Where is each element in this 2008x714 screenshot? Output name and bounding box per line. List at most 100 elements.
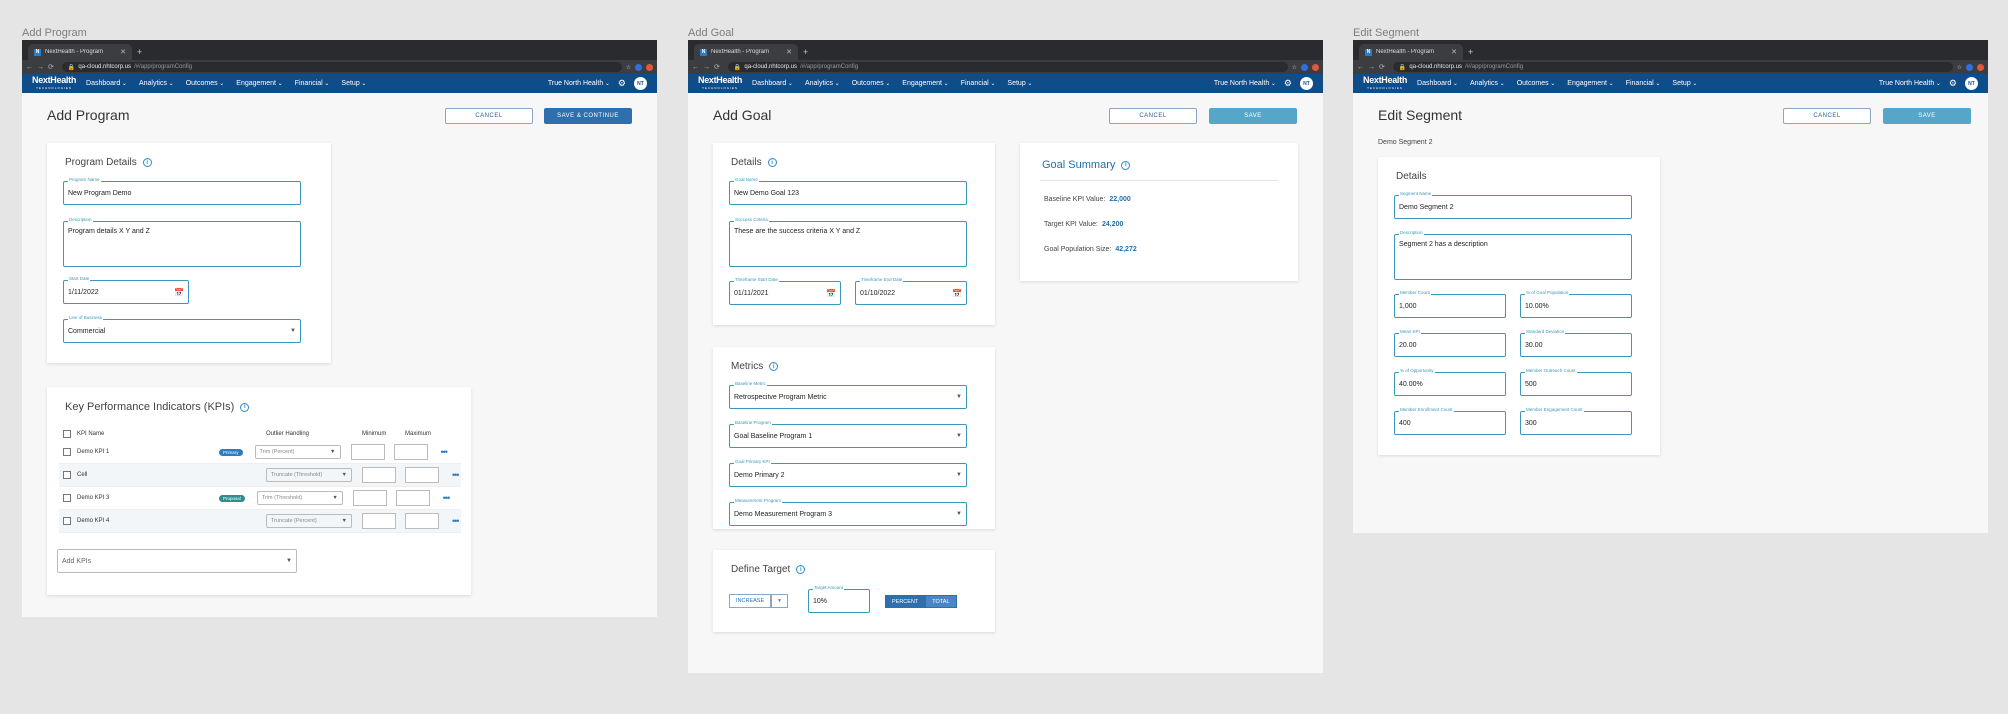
account-selector[interactable]: True North Health [1879,80,1941,87]
menu-outcomes[interactable]: Outcomes [186,80,225,87]
description-field[interactable]: Description Program details X Y and Z [63,217,301,267]
row-checkbox[interactable] [63,471,71,479]
menu-analytics[interactable]: Analytics [805,80,840,87]
line-of-business-select[interactable]: Line of Business Commercial ▼ [63,315,301,343]
success-criteria-field[interactable]: Success Criteria These are the success cr… [729,217,967,267]
baseline-program-select[interactable]: Baseline Program Goal Baseline Program 1 ▼ [729,420,967,448]
cancel-button[interactable]: CANCEL [1109,108,1197,124]
goal-name-field[interactable]: Goal Name New Demo Goal 123 [729,177,967,205]
select-all-checkbox[interactable] [63,430,71,438]
chevron-down-icon[interactable]: ▾ [771,594,788,608]
outlier-select[interactable]: Trim (Percent) ▼ [254,445,341,459]
calendar-icon[interactable]: 📅 [826,289,836,298]
info-icon[interactable]: i [796,565,806,574]
account-selector[interactable]: True North Health [1214,80,1276,87]
program-name-field[interactable]: Program Name New Program Demo [63,177,301,205]
segment-description-field[interactable]: Description Segment 2 has a description [1394,230,1632,280]
add-kpis-select[interactable]: Add KPIs ▼ [57,549,297,573]
measurement-program-select[interactable]: Measurement Program Demo Measurement Prog… [729,498,967,526]
gear-icon[interactable]: ⚙ [1284,78,1292,89]
back-forward-reload-icons[interactable]: ←→⟳ [692,63,724,71]
close-tab-icon[interactable]: ✕ [1451,48,1457,56]
calendar-icon[interactable]: 📅 [174,288,184,297]
info-icon[interactable]: i [769,362,779,371]
minimum-input[interactable] [352,490,387,506]
outreach-count-field[interactable]: Member Outreach Count 500 [1520,368,1632,396]
goal-primary-kpi-select[interactable]: Goal Primary KPI Demo Primary 2 ▼ [729,459,967,487]
save-continue-button[interactable]: SAVE & CONTINUE [544,108,632,124]
new-tab-icon[interactable]: + [803,44,808,60]
minimum-input[interactable] [350,444,385,460]
menu-engagement[interactable]: Engagement [1567,80,1613,87]
more-icon[interactable]: ••• [441,447,449,457]
maximum-input[interactable] [405,467,439,483]
mean-kpi-field[interactable]: Mean KPI 20.00 [1394,329,1506,357]
standard-deviation-field[interactable]: Standard Deviation 30.00 [1520,329,1632,357]
nexthealth-logo[interactable]: NextHealth TECHNOLOGIES [698,75,742,92]
more-icon[interactable]: ••• [452,470,460,480]
account-selector[interactable]: True North Health [548,80,610,87]
menu-outcomes[interactable]: Outcomes [1517,80,1556,87]
menu-dashboard[interactable]: Dashboard [86,80,127,87]
info-icon[interactable]: i [142,158,152,167]
extension-icon[interactable] [1301,63,1308,71]
calendar-icon[interactable]: 📅 [952,289,962,298]
info-icon[interactable]: i [240,402,250,412]
outlier-select[interactable]: Truncate (Threshold) ▼ [266,468,352,482]
increase-button[interactable]: INCREASE [729,594,772,608]
avatar[interactable]: NT [1965,77,1978,90]
minimum-input[interactable] [362,467,396,483]
row-checkbox[interactable] [63,517,71,525]
opportunity-pct-field[interactable]: % of Opportunity 40.00% [1394,368,1506,396]
menu-analytics[interactable]: Analytics [1470,80,1505,87]
total-toggle[interactable]: TOTAL [925,595,957,608]
gear-icon[interactable]: ⚙ [618,78,626,89]
address-bar[interactable]: 🔒 qa-cloud.nhtcorp.us/#/app/programConfig [1392,62,1953,72]
extension-icon[interactable] [635,63,642,71]
goal-population-pct-field[interactable]: % of Goal Population 10.00% [1520,290,1632,318]
target-amount-field[interactable]: Target Amount 10% [808,585,870,613]
back-forward-reload-icons[interactable]: ←→⟳ [26,63,58,71]
new-tab-icon[interactable]: + [1468,44,1473,60]
new-tab-icon[interactable]: + [137,44,142,60]
info-icon[interactable]: i [1121,160,1131,170]
menu-engagement[interactable]: Engagement [236,80,282,87]
row-checkbox[interactable] [63,448,71,456]
start-date-field[interactable]: Timeframe Start Date 01/11/2021 📅 [729,277,841,305]
more-icon[interactable]: ••• [443,493,451,503]
close-tab-icon[interactable]: ✕ [786,48,792,56]
menu-dashboard[interactable]: Dashboard [1417,80,1458,87]
cancel-button[interactable]: CANCEL [1783,108,1871,124]
save-button[interactable]: SAVE [1883,108,1971,124]
menu-engagement[interactable]: Engagement [902,80,948,87]
menu-financial[interactable]: Financial [1626,80,1661,87]
menu-financial[interactable]: Financial [961,80,996,87]
engagement-count-field[interactable]: Member Engagement Count 300 [1520,407,1632,435]
menu-setup[interactable]: Setup [1007,80,1032,87]
star-icon[interactable]: ☆ [626,64,631,71]
end-date-field[interactable]: Timeframe End Date 01/10/2022 📅 [855,277,967,305]
start-date-field[interactable]: Start Date 1/11/2022 📅 [63,276,189,304]
avatar[interactable]: NT [1300,77,1313,90]
nexthealth-logo[interactable]: NextHealth TECHNOLOGIES [1363,75,1407,92]
minimum-input[interactable] [362,513,396,529]
avatar[interactable]: NT [634,77,647,90]
profile-icon[interactable] [1312,63,1319,71]
profile-icon[interactable] [1977,63,1984,71]
percent-toggle[interactable]: PERCENT [885,595,926,608]
baseline-metric-select[interactable]: Baseline Metric Retrospecitve Program Met… [729,381,967,409]
browser-tab[interactable]: N NextHealth - Program ✕ [694,44,798,60]
address-bar[interactable]: 🔒 qa-cloud.nhtcorp.us/#/app/programConfig [727,62,1288,72]
direction-dropdown[interactable]: INCREASE ▾ [729,594,788,608]
nexthealth-logo[interactable]: NextHealth TECHNOLOGIES [32,75,76,92]
close-tab-icon[interactable]: ✕ [120,48,126,56]
menu-analytics[interactable]: Analytics [139,80,174,87]
enrollment-count-field[interactable]: Member Enrollment Count 400 [1394,407,1506,435]
row-checkbox[interactable] [63,494,71,502]
maximum-input[interactable] [393,444,428,460]
info-icon[interactable]: i [767,158,777,167]
browser-tab[interactable]: N NextHealth - Program ✕ [28,44,132,60]
menu-setup[interactable]: Setup [341,80,366,87]
back-forward-reload-icons[interactable]: ←→⟳ [1357,63,1389,71]
menu-financial[interactable]: Financial [295,80,330,87]
